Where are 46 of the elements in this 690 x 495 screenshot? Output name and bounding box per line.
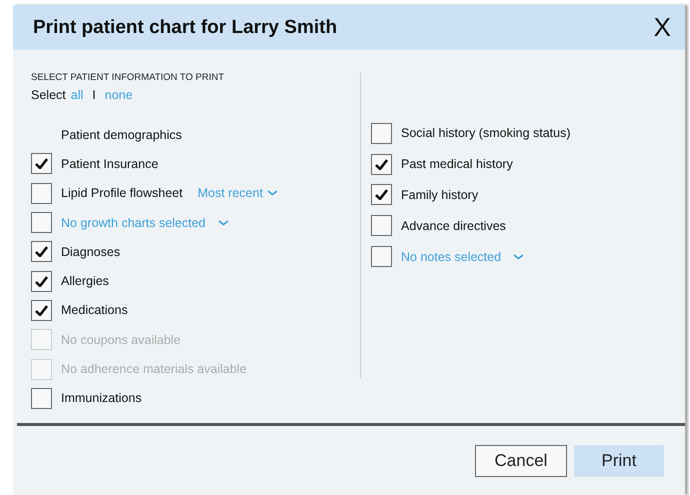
select-none-link[interactable]: none (104, 88, 133, 102)
item-label: Diagnoses (61, 244, 120, 259)
item-label: Medications (61, 303, 128, 318)
dialog-title: Print patient chart for Larry Smith (33, 16, 338, 38)
checkmark-icon (35, 246, 48, 258)
checkmark-icon (35, 158, 48, 170)
item-label: Advance directives (401, 218, 506, 233)
checkbox[interactable] (371, 246, 392, 268)
cancel-button[interactable]: Cancel (475, 445, 567, 477)
checkbox[interactable] (31, 241, 52, 262)
item-label: No adherence materials available (61, 362, 247, 376)
item-label: Patient Insurance (61, 156, 158, 171)
item-label: Lipid Profile flowsheet (61, 186, 183, 200)
item-label: Immunizations (61, 391, 142, 406)
checkbox[interactable] (371, 122, 392, 144)
selection-dropdown[interactable]: No notes selected (401, 250, 524, 264)
close-button[interactable]: X (650, 12, 675, 43)
select-all-link[interactable]: all (70, 88, 84, 102)
item-label: Patient demographics (61, 128, 182, 142)
print-button[interactable]: Print (574, 445, 664, 477)
item-label: No coupons available (61, 332, 181, 347)
option-dropdown[interactable]: Most recent (198, 186, 278, 200)
checkmark-icon (375, 189, 388, 200)
selection-dropdown[interactable]: No growth charts selected (61, 216, 229, 230)
checkbox[interactable] (371, 215, 392, 236)
caret-icon (266, 190, 278, 196)
item-label: Past medical history (401, 157, 513, 172)
caret-icon (513, 254, 524, 260)
caret-icon (218, 220, 229, 226)
select-label: Select (31, 88, 66, 102)
item-label: Family history (401, 188, 478, 202)
section-heading: SELECT PATIENT INFORMATION TO PRINT (31, 72, 226, 83)
separator: I (92, 88, 96, 102)
checkbox[interactable] (31, 300, 52, 321)
checkmark-icon (35, 276, 48, 287)
checkmark-icon (35, 304, 48, 316)
checkbox[interactable] (371, 154, 392, 175)
checkbox[interactable] (31, 182, 52, 204)
checkbox[interactable] (31, 270, 52, 292)
checkmark-icon (375, 158, 388, 170)
checkbox[interactable] (371, 184, 392, 206)
checkbox[interactable] (31, 153, 52, 174)
item-label: Allergies (61, 274, 109, 288)
checkbox[interactable] (31, 388, 52, 409)
item-label: Social history (smoking status) (401, 126, 571, 140)
checkbox[interactable] (31, 212, 52, 234)
